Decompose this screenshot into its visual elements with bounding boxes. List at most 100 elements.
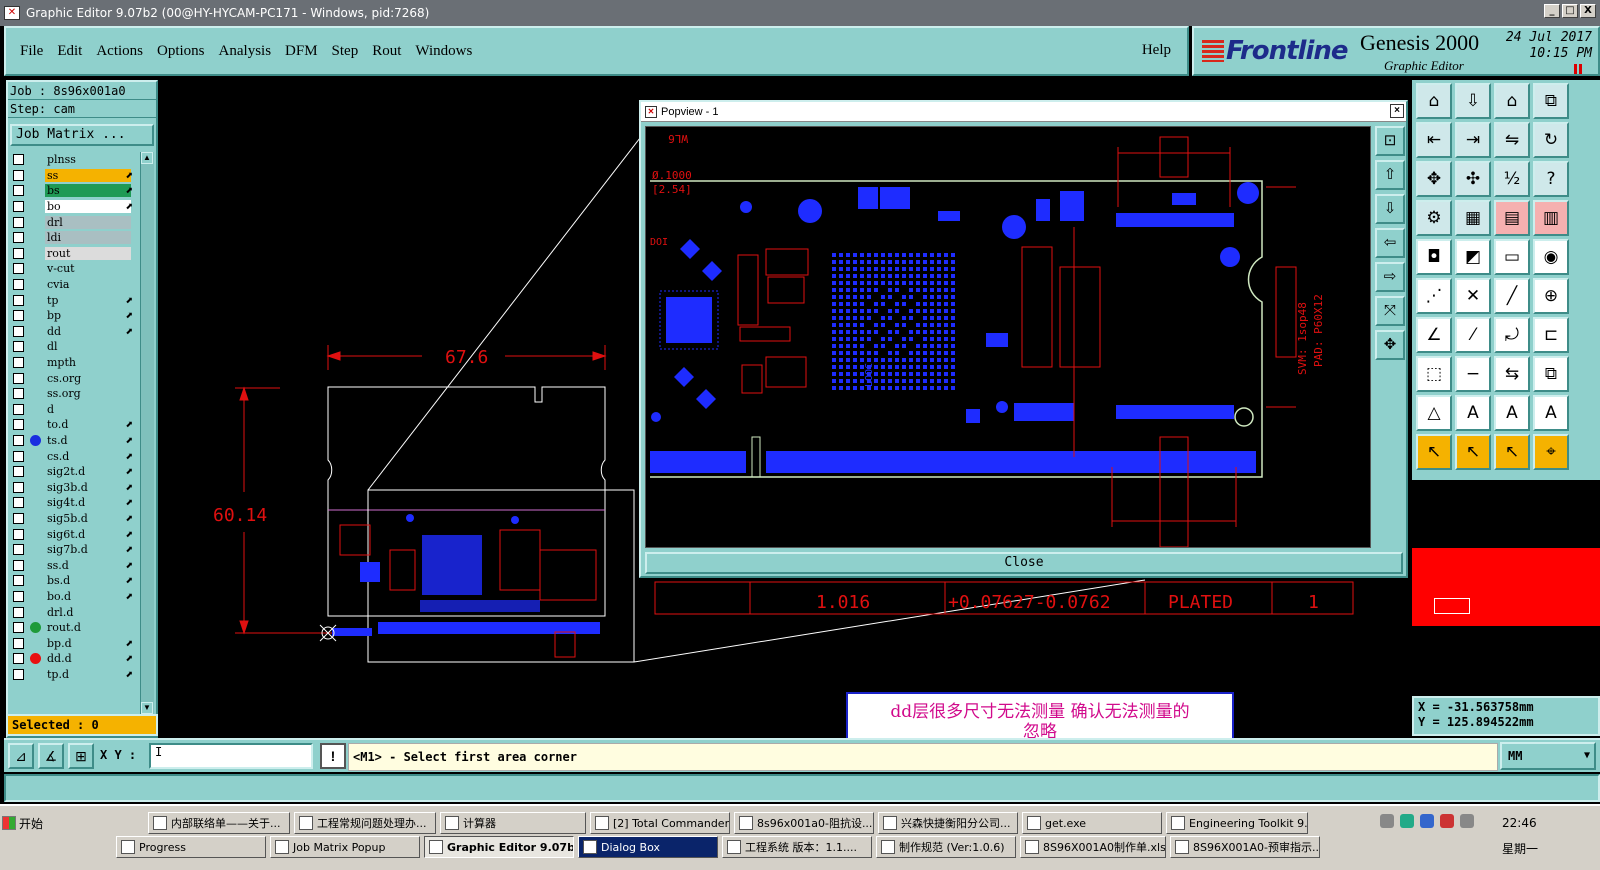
popview-close-icon[interactable]: × xyxy=(1390,104,1404,118)
taskbar-button[interactable]: 8s96x001a0-阻抗设... xyxy=(734,812,874,834)
layer-blue-icon[interactable]: ▥ xyxy=(1533,200,1569,236)
layer-checkbox[interactable] xyxy=(13,372,24,384)
layer-name[interactable]: cvia xyxy=(45,278,131,292)
layer-checkbox[interactable] xyxy=(13,403,24,415)
layer-row[interactable]: dd ⬈ xyxy=(10,324,136,340)
layer-row[interactable]: ss.d ⬈ xyxy=(10,557,136,573)
layer-row[interactable]: bp.d ⬈ xyxy=(10,635,136,651)
layer-name[interactable]: ts.d xyxy=(45,433,131,447)
layer-row[interactable]: rout.d xyxy=(10,620,136,636)
layer-checkbox[interactable] xyxy=(13,590,24,602)
pan-left-icon[interactable]: ⇤ xyxy=(1416,122,1452,158)
taskbar-button[interactable]: 内部联络单——关于... xyxy=(148,812,290,834)
layer-row[interactable]: dd.d ⬈ xyxy=(10,651,136,667)
layer-name[interactable]: ss.org xyxy=(45,387,131,401)
xy-input[interactable]: I xyxy=(149,743,313,769)
taskbar-button[interactable]: 计算器 xyxy=(440,812,586,834)
layer-checkbox[interactable] xyxy=(13,154,24,166)
interrupt-button[interactable]: ! xyxy=(320,743,346,769)
layer-name[interactable]: bo.d xyxy=(45,589,131,603)
angle-icon[interactable]: ∡ xyxy=(38,743,64,769)
layer-name[interactable]: d xyxy=(45,402,131,416)
connect-icon[interactable]: ⋰ xyxy=(1416,278,1452,314)
move-icon[interactable]: ✣ xyxy=(1455,161,1491,197)
minus-icon[interactable]: − xyxy=(1455,356,1491,392)
crosshair-icon[interactable]: ⊞ xyxy=(68,743,94,769)
layer-checkbox[interactable] xyxy=(13,325,24,337)
layer-row[interactable]: drl xyxy=(10,214,136,230)
layer-checkbox[interactable] xyxy=(13,341,24,353)
layer-name[interactable]: rout xyxy=(45,246,131,260)
menu-help[interactable]: Help xyxy=(1142,42,1171,59)
layer-red-icon[interactable]: ▤ xyxy=(1494,200,1530,236)
slash-icon[interactable]: ⁄ xyxy=(1455,317,1491,353)
layer-name[interactable]: bo xyxy=(45,200,131,214)
layer-checkbox[interactable] xyxy=(13,388,24,400)
layer-checkbox[interactable] xyxy=(13,606,24,618)
pv-fit-window-icon[interactable]: ⤧ xyxy=(1375,296,1405,326)
zoom-down-icon[interactable]: ⇩ xyxy=(1455,83,1491,119)
text-c-icon[interactable]: A xyxy=(1533,395,1569,431)
layer-checkbox[interactable] xyxy=(13,544,24,556)
layer-checkbox[interactable] xyxy=(13,357,24,369)
taskbar-button[interactable]: 兴森快捷衡阳分公司... xyxy=(878,812,1018,834)
layer-name[interactable]: sig6t.d xyxy=(45,527,131,541)
layer-row[interactable]: sig4t.d ⬈ xyxy=(10,495,136,511)
taskbar-button[interactable]: [2] Total Commander ... xyxy=(590,812,730,834)
layer-name[interactable]: sig2t.d xyxy=(45,465,131,479)
taskbar-button[interactable]: Progress xyxy=(116,836,266,858)
layer-name[interactable]: rout.d xyxy=(45,621,131,635)
pad-icon[interactable]: ⊕ xyxy=(1533,278,1569,314)
layer-name[interactable]: drl.d xyxy=(45,605,131,619)
layer-name[interactable]: sig5b.d xyxy=(45,511,131,525)
scroll-up-icon[interactable]: ▲ xyxy=(141,152,153,164)
layer-checkbox[interactable] xyxy=(13,279,24,291)
text-b-icon[interactable]: A xyxy=(1494,395,1530,431)
layer-checkbox[interactable] xyxy=(13,575,24,587)
layer-row[interactable]: to.d ⬈ xyxy=(10,417,136,433)
layer-row[interactable]: plnss xyxy=(10,152,136,168)
layer-name[interactable]: tp xyxy=(45,293,131,307)
layer-row[interactable]: mpth xyxy=(10,355,136,371)
layer-name[interactable]: sig7b.d xyxy=(45,543,131,557)
job-matrix-button[interactable]: Job Matrix ... xyxy=(10,124,154,146)
close-window-button[interactable]: X xyxy=(1580,4,1596,18)
layer-row[interactable]: sig2t.d ⬈ xyxy=(10,464,136,480)
layer-row[interactable]: sig6t.d ⬈ xyxy=(10,526,136,542)
pointer-move-icon[interactable]: ↖ xyxy=(1494,434,1530,470)
layer-row[interactable]: ts.d ⬈ xyxy=(10,433,136,449)
taskbar-button[interactable]: 8S96X001A0制作单.xls ... xyxy=(1020,836,1166,858)
layer-name[interactable]: cs.d xyxy=(45,449,131,463)
layer-checkbox[interactable] xyxy=(13,201,24,213)
tray-network-icon[interactable] xyxy=(1400,814,1414,828)
layer-row[interactable]: cvia xyxy=(10,277,136,293)
popview-canvas[interactable]: WL6 Ø.1000 [2.54] DOI PAD: P60X12 SVM: 1… xyxy=(645,126,1371,548)
house-icon[interactable]: ⌂ xyxy=(1494,83,1530,119)
cross-icon[interactable]: ✕ xyxy=(1455,278,1491,314)
layer-name[interactable]: ss.d xyxy=(45,558,131,572)
layer-name[interactable]: cs.org xyxy=(45,371,131,385)
layer-checkbox[interactable] xyxy=(13,528,24,540)
layer-checkbox[interactable] xyxy=(13,622,24,634)
layer-row[interactable]: ss.org xyxy=(10,386,136,402)
layer-row[interactable]: cs.org xyxy=(10,370,136,386)
layer-row[interactable]: ss ⬈ xyxy=(10,168,136,184)
layer-name[interactable]: v-cut xyxy=(45,262,131,276)
layer-row[interactable]: bo.d ⬈ xyxy=(10,589,136,605)
grid-icon[interactable]: ▦ xyxy=(1455,200,1491,236)
tray-clock[interactable]: 22:46 xyxy=(1502,816,1537,830)
home-view-icon[interactable]: ⌂ xyxy=(1416,83,1452,119)
layer-row[interactable]: sig5b.d ⬈ xyxy=(10,511,136,527)
pv-zoom-out-icon[interactable]: ⇩ xyxy=(1375,194,1405,224)
layer-row[interactable]: sig3b.d ⬈ xyxy=(10,479,136,495)
tray-app-icon[interactable] xyxy=(1440,814,1454,828)
menu-options[interactable]: Options xyxy=(157,43,205,60)
layer-row[interactable]: bs ⬈ xyxy=(10,183,136,199)
layer-scrollbar[interactable]: ▲ ▼ xyxy=(140,152,154,714)
layer-row[interactable]: bp ⬈ xyxy=(10,308,136,324)
layer-name[interactable]: bp xyxy=(45,309,131,323)
layer-checkbox[interactable] xyxy=(13,263,24,275)
taskbar-button[interactable]: Graphic Editor 9.07b2... xyxy=(424,836,574,858)
taskbar-button[interactable]: 8S96X001A0-预审指示.... xyxy=(1170,836,1320,858)
layer-name[interactable]: dl xyxy=(45,340,131,354)
